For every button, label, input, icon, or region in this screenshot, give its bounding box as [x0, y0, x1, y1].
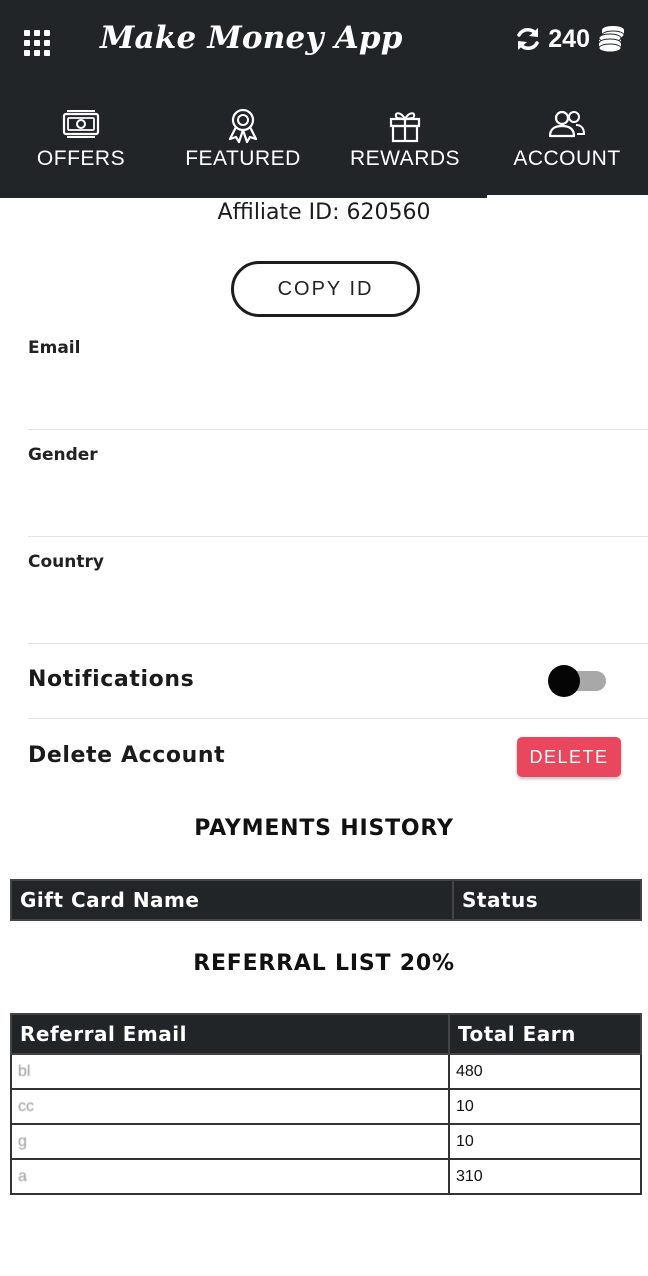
email-field: Email: [28, 338, 648, 430]
coins-stack-icon: [598, 26, 625, 53]
referral-list-title: REFERRAL LIST 20%: [193, 951, 455, 976]
tab-label: OFFERS: [36, 147, 126, 170]
delete-account-label: Delete Account: [28, 743, 226, 768]
award-ribbon-icon: [228, 108, 258, 144]
payments-table: Gift Card Name Status: [10, 879, 642, 921]
referral-earn: 480: [448, 1053, 642, 1090]
referral-email: a: [10, 1158, 450, 1195]
grid-menu-icon[interactable]: [24, 30, 50, 56]
top-bar: Make Money App 240: [0, 0, 648, 90]
tab-label: ACCOUNT: [513, 147, 621, 170]
table-row: cc 10: [10, 1088, 642, 1125]
notifications-toggle[interactable]: [548, 664, 608, 698]
referral-email: g: [10, 1123, 450, 1160]
referral-table: Referral Email Total Earn bl 480 cc 10 g…: [10, 1013, 642, 1195]
payments-header-status: Status: [452, 879, 642, 921]
payments-header-gift-card: Gift Card Name: [10, 879, 454, 921]
referral-earn: 10: [448, 1123, 642, 1160]
affiliate-id: Affiliate ID: 620560: [217, 200, 431, 225]
table-row: a 310: [10, 1158, 642, 1195]
tab-account[interactable]: ACCOUNT: [486, 100, 648, 198]
country-field: Country: [28, 552, 648, 644]
tab-rewards[interactable]: REWARDS: [324, 100, 486, 198]
gender-label: Gender: [28, 445, 98, 465]
tab-bar: OFFERS FEATURED REWARDS ACCOUNT: [0, 100, 648, 198]
referral-header-earn: Total Earn: [448, 1013, 642, 1055]
app-header: Make Money App 240 OFFERS FEATURED REWAR…: [0, 0, 648, 198]
referral-email: cc: [10, 1088, 450, 1125]
refresh-icon[interactable]: [514, 25, 542, 53]
notifications-label: Notifications: [28, 667, 195, 692]
tab-label: FEATURED: [185, 147, 301, 170]
app-title: Make Money App: [100, 20, 403, 56]
delete-account-button[interactable]: DELETE: [517, 737, 621, 777]
table-row: bl 480: [10, 1053, 642, 1090]
tab-featured[interactable]: FEATURED: [162, 100, 324, 198]
email-label: Email: [28, 338, 81, 358]
banknote-icon: [62, 110, 100, 138]
referral-earn: 310: [448, 1158, 642, 1195]
referral-earn: 10: [448, 1088, 642, 1125]
referral-header-email: Referral Email: [10, 1013, 450, 1055]
tab-label: REWARDS: [349, 147, 461, 170]
toggle-knob: [548, 665, 580, 697]
table-row: g 10: [10, 1123, 642, 1160]
payments-history-title: PAYMENTS HISTORY: [194, 816, 454, 841]
gender-field: Gender: [28, 445, 648, 537]
users-icon: [548, 110, 586, 138]
tab-offers[interactable]: OFFERS: [0, 100, 162, 198]
referral-email: bl: [10, 1053, 450, 1090]
country-label: Country: [28, 552, 104, 572]
coin-count: 240: [548, 24, 590, 53]
gift-icon: [389, 112, 421, 143]
coin-balance: 240: [514, 24, 626, 54]
copy-id-button[interactable]: COPY ID: [231, 261, 420, 317]
